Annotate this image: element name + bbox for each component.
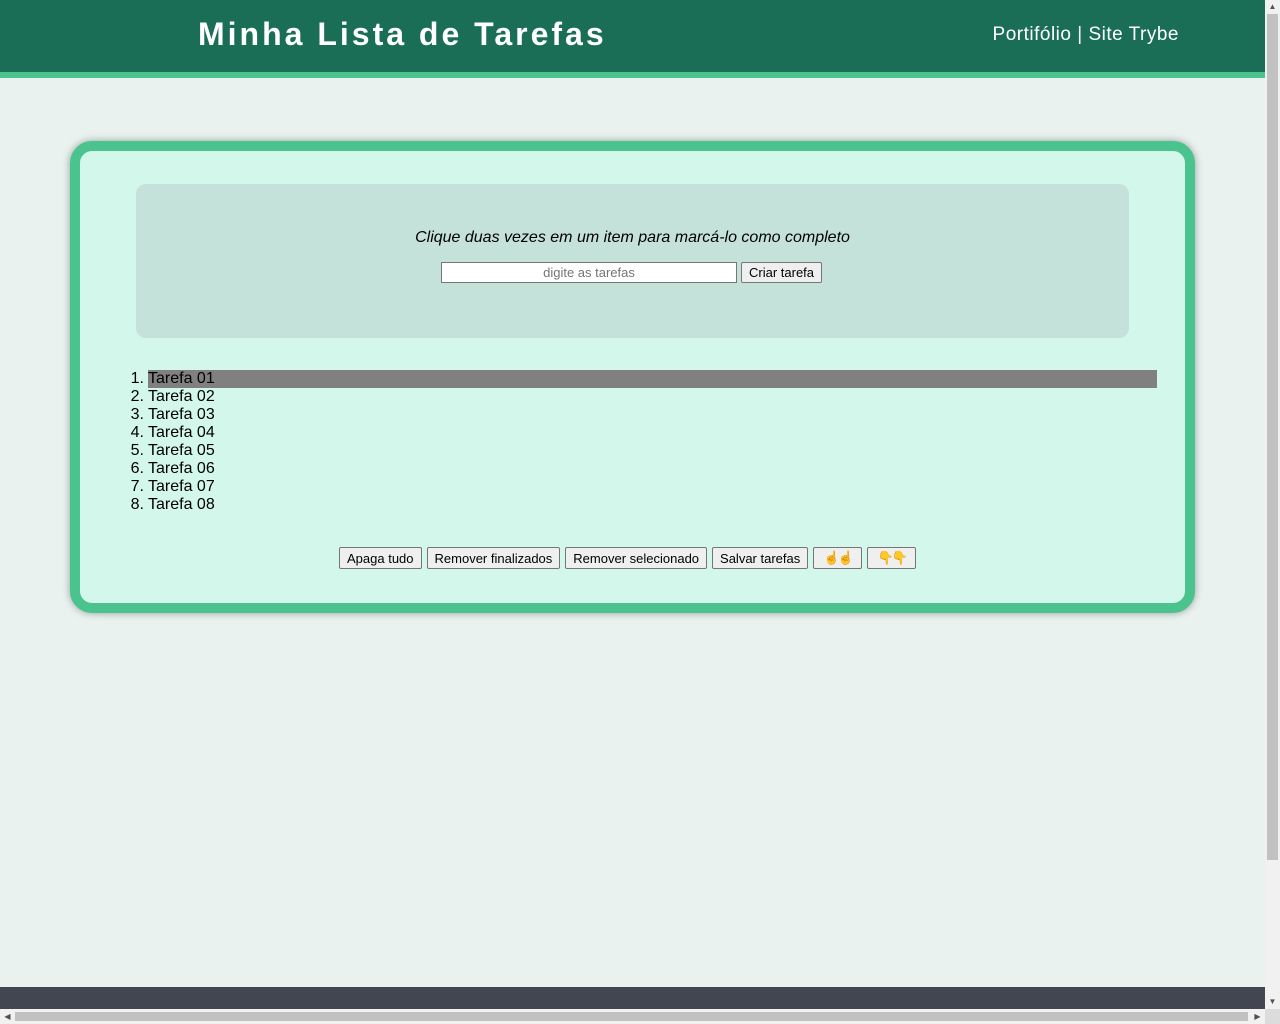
task-number: 3. [130, 406, 144, 423]
task-number: 6. [130, 460, 144, 477]
horizontal-scrollbar[interactable]: ◀ ▶ [0, 1009, 1265, 1024]
scrollbar-corner [1265, 1009, 1280, 1024]
task-number: 5. [130, 442, 144, 459]
task-number: 1. [130, 370, 144, 387]
task-form: Criar tarefa [441, 262, 823, 283]
task-item[interactable]: 3. Tarefa 03 [126, 406, 1157, 424]
task-list: 1. Tarefa 01 2. Tarefa 02 3. Tarefa 03 4. Taref… [126, 370, 1157, 514]
task-number: 8. [130, 496, 144, 513]
task-item[interactable]: 6. Tarefa 06 [126, 460, 1157, 478]
scroll-up-icon[interactable]: ▲ [1265, 0, 1280, 14]
task-item[interactable]: 5. Tarefa 05 [126, 442, 1157, 460]
task-text: Tarefa 02 [148, 388, 215, 405]
task-number: 4. [130, 424, 144, 441]
page-viewport: Minha Lista de Tarefas Portifólio | Site… [0, 0, 1265, 1009]
trybe-site-link[interactable]: Site Trybe [1088, 24, 1179, 45]
scroll-left-icon[interactable]: ◀ [0, 1009, 15, 1024]
instruction-text: Clique duas vezes em um item para marcá-… [415, 229, 850, 246]
move-down-button[interactable]: 👇👇 [867, 547, 917, 569]
todo-container: Clique duas vezes em um item para marcá-… [70, 141, 1195, 613]
horizontal-scroll-thumb[interactable] [15, 1012, 1248, 1021]
task-item[interactable]: 4. Tarefa 04 [126, 424, 1157, 442]
nav-separator: | [1071, 24, 1089, 45]
task-item[interactable]: 8. Tarefa 08 [126, 496, 1157, 514]
task-text: Tarefa 04 [148, 424, 215, 441]
task-text: Tarefa 01 [148, 370, 1157, 388]
task-text: Tarefa 03 [148, 406, 215, 423]
action-buttons: Apaga tudo Remover finalizados Remover s… [339, 547, 917, 569]
instruction-panel: Clique duas vezes em um item para marcá-… [136, 184, 1129, 338]
save-tasks-button[interactable]: Salvar tarefas [712, 547, 809, 569]
create-task-button[interactable]: Criar tarefa [741, 262, 823, 283]
task-text: Tarefa 08 [148, 496, 215, 513]
header-nav: Portifólio | Site Trybe [993, 24, 1179, 46]
remove-selected-button[interactable]: Remover selecionado [565, 547, 708, 569]
remove-finished-button[interactable]: Remover finalizados [426, 547, 561, 569]
task-item[interactable]: 2. Tarefa 02 [126, 388, 1157, 406]
clear-all-button[interactable]: Apaga tudo [339, 547, 422, 569]
task-number: 7. [130, 478, 144, 495]
site-header: Minha Lista de Tarefas Portifólio | Site… [0, 0, 1265, 78]
page-title: Minha Lista de Tarefas [198, 16, 607, 52]
task-item[interactable]: 1. Tarefa 01 [126, 370, 1157, 388]
task-text: Tarefa 07 [148, 478, 215, 495]
move-up-button[interactable]: ☝☝ [813, 547, 863, 569]
task-input[interactable] [441, 262, 737, 283]
vertical-scroll-thumb[interactable] [1267, 14, 1278, 860]
vertical-scrollbar[interactable]: ▲ ▼ [1265, 0, 1280, 1009]
portfolio-link[interactable]: Portifólio [993, 24, 1072, 45]
task-item[interactable]: 7. Tarefa 07 [126, 478, 1157, 496]
scroll-right-icon[interactable]: ▶ [1250, 1009, 1265, 1024]
task-text: Tarefa 05 [148, 442, 215, 459]
task-number: 2. [130, 388, 144, 405]
task-text: Tarefa 06 [148, 460, 215, 477]
page-footer [0, 987, 1265, 1009]
scroll-down-icon[interactable]: ▼ [1265, 995, 1280, 1009]
